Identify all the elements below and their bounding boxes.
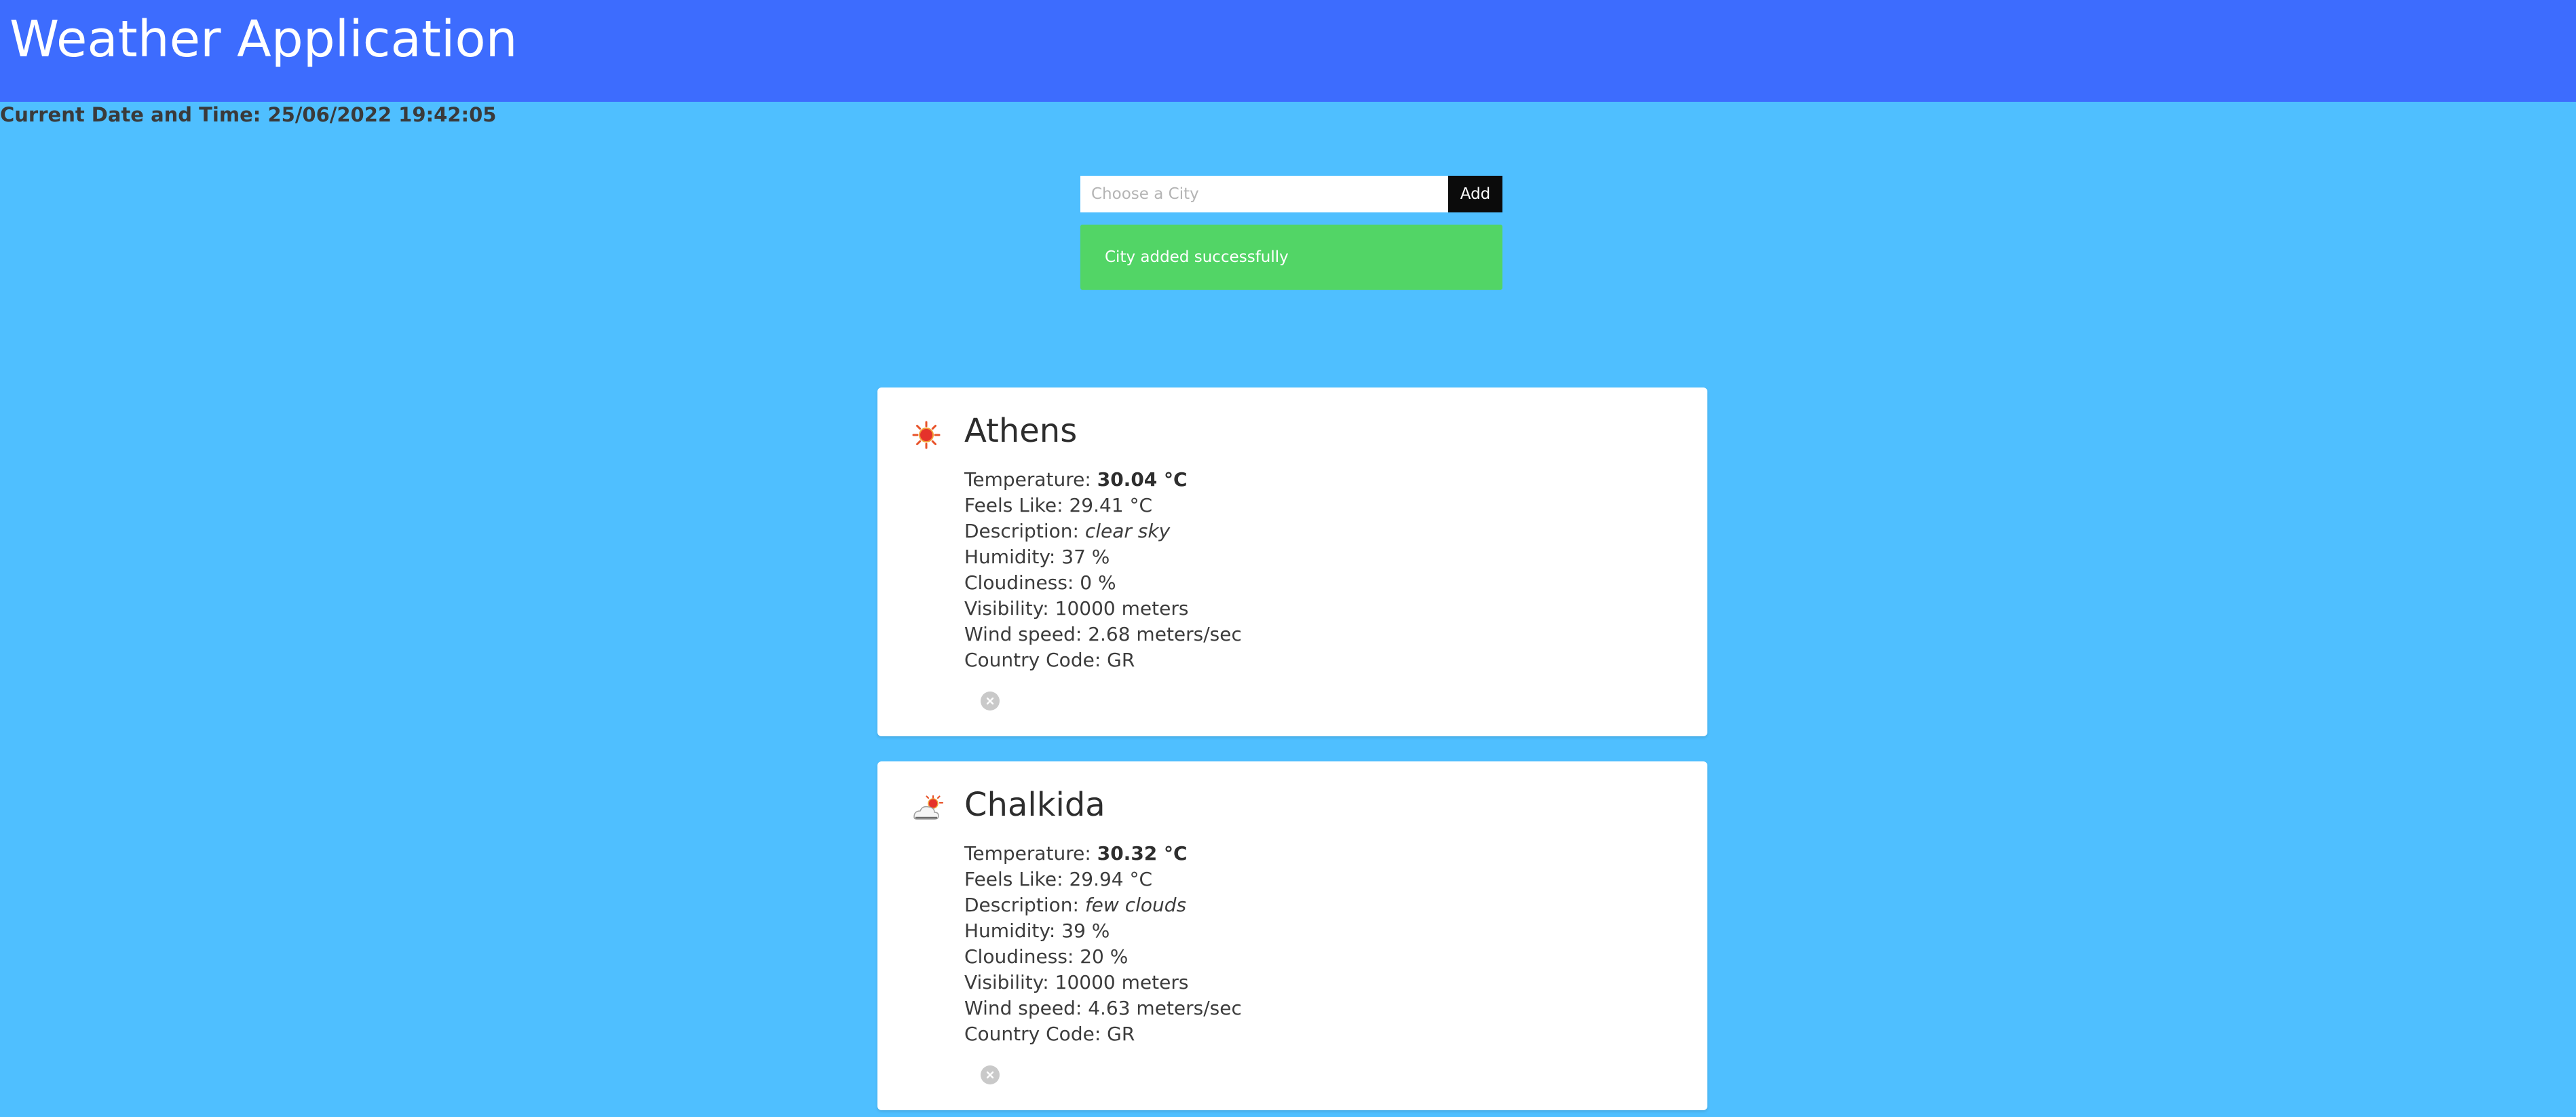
city-card-chalkida: Chalkida Temperature: 30.32 °C Feels Lik… [877,761,1707,1110]
country-code-row: Country Code: GR [964,649,1135,671]
visibility-row: Visibility: 10000 meters [964,597,1189,620]
description-value: few clouds [1084,894,1187,916]
city-search-input[interactable] [1080,176,1448,212]
weather-details: Temperature: 30.04 °C Feels Like: 29.41 … [964,467,1242,673]
success-alert: City added successfully [1080,225,1502,290]
description-label: Description: [964,894,1079,916]
city-name: Athens [964,412,1078,450]
few-clouds-icon [907,790,945,828]
add-city-button[interactable]: Add [1448,176,1502,212]
success-alert-message: City added successfully [1105,248,1289,266]
description-row: Description: few clouds [964,892,1242,918]
weather-details: Temperature: 30.32 °C Feels Like: 29.94 … [964,841,1242,1047]
wind-speed-row: Wind speed: 2.68 meters/sec [964,623,1242,645]
description-value: clear sky [1084,520,1171,542]
temperature-label: Temperature: [964,468,1091,491]
remove-city-button[interactable] [981,692,1000,711]
remove-city-button[interactable] [981,1065,1000,1084]
city-name: Chalkida [964,786,1105,824]
datetime-value: 25/06/2022 19:42:05 [267,103,497,126]
close-icon [986,697,994,705]
cloudiness-row: Cloudiness: 20 % [964,945,1129,968]
temperature-row: Temperature: 30.32 °C [964,841,1242,867]
feels-like-row: Feels Like: 29.41 °C [964,494,1153,516]
country-code-row: Country Code: GR [964,1023,1135,1045]
humidity-row: Humidity: 37 % [964,546,1110,568]
close-icon [986,1071,994,1079]
app-title: Weather Application [10,10,518,69]
datetime-label: Current Date and Time: [0,103,261,126]
current-datetime: Current Date and Time: 25/06/2022 19:42:… [0,100,496,129]
temperature-row: Temperature: 30.04 °C [964,467,1242,493]
city-card-athens: Athens Temperature: 30.04 °C Feels Like:… [877,387,1707,736]
temperature-value: 30.32 °C [1097,842,1188,865]
humidity-row: Humidity: 39 % [964,920,1110,942]
description-label: Description: [964,520,1079,542]
temperature-label: Temperature: [964,842,1091,865]
cloudiness-row: Cloudiness: 0 % [964,571,1116,594]
sun-icon [907,416,945,454]
temperature-value: 30.04 °C [1097,468,1188,491]
visibility-row: Visibility: 10000 meters [964,971,1189,993]
description-row: Description: clear sky [964,518,1242,544]
wind-speed-row: Wind speed: 4.63 meters/sec [964,997,1242,1019]
app-header: Weather Application [0,0,2576,102]
feels-like-row: Feels Like: 29.94 °C [964,868,1153,890]
